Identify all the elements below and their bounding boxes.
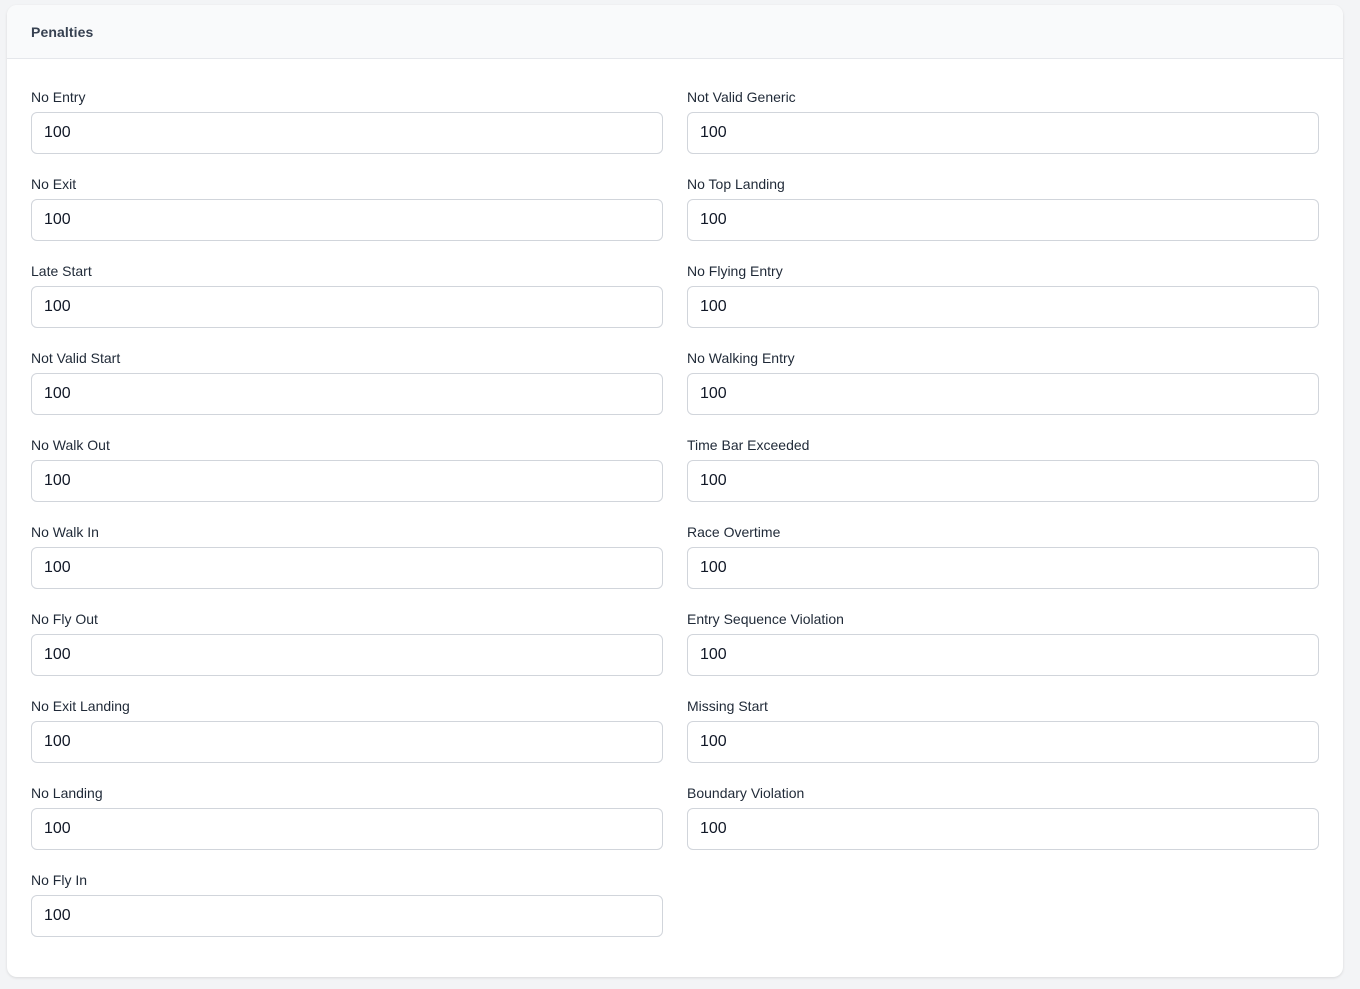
input-time-bar-exceeded[interactable]: [687, 460, 1319, 502]
card-body: No Entry No Exit Late Start Not Valid Start…: [7, 59, 1343, 954]
field-no-entry: No Entry: [31, 84, 663, 171]
left-column: No Entry No Exit Late Start Not Valid Start…: [31, 84, 663, 954]
label-no-entry: No Entry: [31, 89, 86, 105]
label-no-exit-landing: No Exit Landing: [31, 698, 130, 714]
field-no-flying-entry: No Flying Entry: [687, 258, 1319, 345]
field-no-exit: No Exit: [31, 171, 663, 258]
label-entry-sequence-violation: Entry Sequence Violation: [687, 611, 844, 627]
field-entry-sequence-violation: Entry Sequence Violation: [687, 606, 1319, 693]
label-race-overtime: Race Overtime: [687, 524, 781, 540]
right-column: Not Valid Generic No Top Landing No Flying…: [687, 84, 1319, 954]
input-no-walk-in[interactable]: [31, 547, 663, 589]
field-no-exit-landing: No Exit Landing: [31, 693, 663, 780]
input-no-walking-entry[interactable]: [687, 373, 1319, 415]
field-no-walking-entry: No Walking Entry: [687, 345, 1319, 432]
label-no-landing: No Landing: [31, 785, 103, 801]
field-late-start: Late Start: [31, 258, 663, 345]
label-no-flying-entry: No Flying Entry: [687, 263, 783, 279]
field-no-walk-out: No Walk Out: [31, 432, 663, 519]
input-no-exit-landing[interactable]: [31, 721, 663, 763]
input-boundary-violation[interactable]: [687, 808, 1319, 850]
input-no-walk-out[interactable]: [31, 460, 663, 502]
card-title: Penalties: [31, 23, 94, 40]
label-boundary-violation: Boundary Violation: [687, 785, 805, 801]
input-missing-start[interactable]: [687, 721, 1319, 763]
label-not-valid-generic: Not Valid Generic: [687, 89, 796, 105]
input-no-landing[interactable]: [31, 808, 663, 850]
label-time-bar-exceeded: Time Bar Exceeded: [687, 437, 810, 453]
field-boundary-violation: Boundary Violation: [687, 780, 1319, 867]
field-no-landing: No Landing: [31, 780, 663, 867]
label-no-fly-in: No Fly In: [31, 872, 88, 888]
field-race-overtime: Race Overtime: [687, 519, 1319, 606]
input-no-exit[interactable]: [31, 199, 663, 241]
input-no-top-landing[interactable]: [687, 199, 1319, 241]
field-not-valid-start: Not Valid Start: [31, 345, 663, 432]
input-no-fly-in[interactable]: [31, 895, 663, 937]
input-entry-sequence-violation[interactable]: [687, 634, 1319, 676]
field-no-fly-in: No Fly In: [31, 867, 663, 954]
label-not-valid-start: Not Valid Start: [31, 350, 121, 366]
penalties-card: Penalties No Entry No Exit Late Start Not V…: [7, 5, 1343, 977]
form-columns: No Entry No Exit Late Start Not Valid Start…: [31, 84, 1319, 954]
label-no-fly-out: No Fly Out: [31, 611, 98, 627]
input-no-flying-entry[interactable]: [687, 286, 1319, 328]
field-time-bar-exceeded: Time Bar Exceeded: [687, 432, 1319, 519]
label-late-start: Late Start: [31, 263, 92, 279]
input-race-overtime[interactable]: [687, 547, 1319, 589]
input-no-entry[interactable]: [31, 112, 663, 154]
field-no-walk-in: No Walk In: [31, 519, 663, 606]
label-no-walk-in: No Walk In: [31, 524, 99, 540]
card-header: Penalties: [7, 5, 1343, 59]
input-not-valid-start[interactable]: [31, 373, 663, 415]
field-no-fly-out: No Fly Out: [31, 606, 663, 693]
label-no-walking-entry: No Walking Entry: [687, 350, 795, 366]
input-not-valid-generic[interactable]: [687, 112, 1319, 154]
field-no-top-landing: No Top Landing: [687, 171, 1319, 258]
field-missing-start: Missing Start: [687, 693, 1319, 780]
field-not-valid-generic: Not Valid Generic: [687, 84, 1319, 171]
label-missing-start: Missing Start: [687, 698, 768, 714]
input-late-start[interactable]: [31, 286, 663, 328]
label-no-walk-out: No Walk Out: [31, 437, 110, 453]
input-no-fly-out[interactable]: [31, 634, 663, 676]
label-no-top-landing: No Top Landing: [687, 176, 785, 192]
label-no-exit: No Exit: [31, 176, 77, 192]
